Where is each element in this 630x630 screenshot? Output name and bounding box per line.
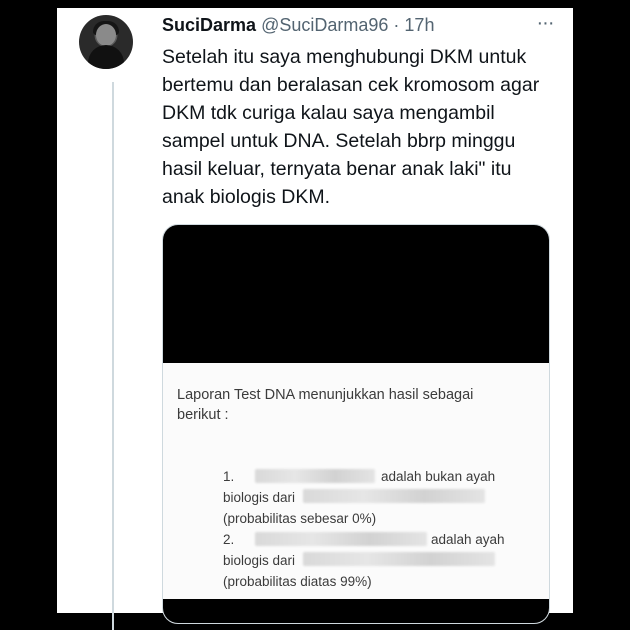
redacted-name [303,489,485,503]
tweet-text-line: hasil keluar, ternyata benar anak laki" … [162,158,512,180]
report-item-text: adalah bukan ayah [381,469,496,484]
report-item-probability: (probabilitas sebesar 0%) [223,511,377,526]
report-intro-line: Laporan Test DNA menunjukkan hasil sebag… [177,387,474,403]
avatar-body [88,45,124,69]
redacted-name [255,532,427,546]
report-item-text: adalah ayah [431,532,505,547]
more-options-icon[interactable]: ··· [534,13,556,36]
report-item-number: 2. [223,532,235,547]
report-item-probability: (probabilitas diatas 99%) [223,574,372,589]
tweet-text-line: DKM tdk curiga kalau saya mengambil [162,102,495,124]
report-intro-line: berikut : [177,407,229,423]
report-item-line2: biologis dari [223,553,296,568]
redacted-name [255,469,375,483]
tweet-text: Setelah itu saya menghubungi DKM untuk b… [162,43,562,211]
tweet-text-line: bertemu dan beralasan cek kromosom agar [162,74,540,96]
author-handle[interactable]: @SuciDarma96 [261,15,388,35]
dna-report-document: Laporan Test DNA menunjukkan hasil sebag… [163,363,549,603]
report-item-number: 1. [223,469,235,484]
tweet-time[interactable]: 17h [404,15,434,35]
avatar[interactable] [79,15,133,69]
thread-line [112,82,114,630]
tweet-header: SuciDarma @SuciDarma96 · 17h [162,13,562,37]
media-dark-area [163,225,549,363]
report-item-line2: biologis dari [223,490,296,505]
tweet-text-line: anak biologis DKM. [162,186,330,208]
tweet-text-line: sampel untuk DNA. Setelah bbrp minggu [162,130,516,152]
redacted-name [303,552,495,566]
tweet-text-line: Setelah itu saya menghubungi DKM untuk [162,46,527,68]
avatar-head [96,24,116,46]
media-dark-bottom [163,599,549,623]
author-name[interactable]: SuciDarma [162,15,256,35]
report-intro: Laporan Test DNA menunjukkan hasil sebag… [177,385,473,425]
separator-dot: · [393,15,400,35]
tweet-media-image[interactable]: Laporan Test DNA menunjukkan hasil sebag… [162,224,550,624]
